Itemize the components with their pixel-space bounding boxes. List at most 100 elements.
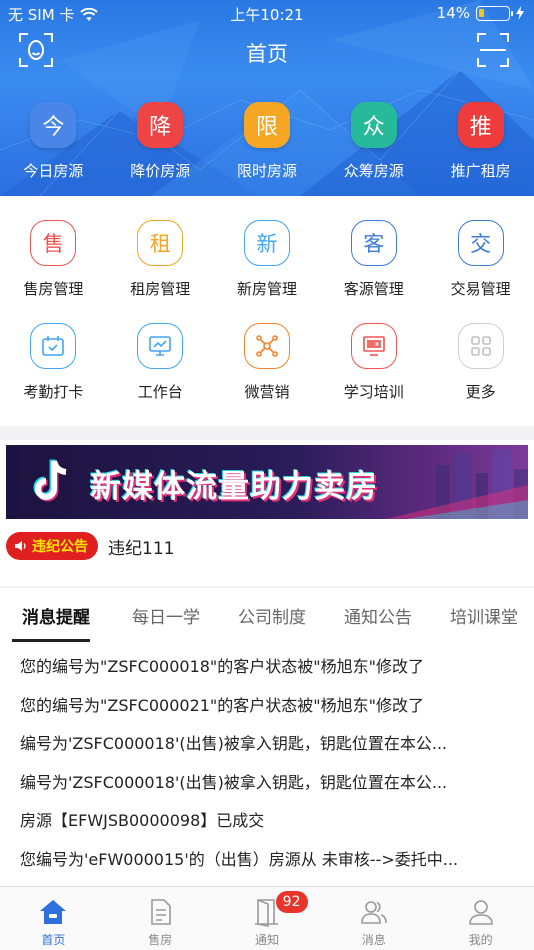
- grid-item-label: 更多: [465, 383, 496, 401]
- grid-item-label: 新房管理: [236, 280, 297, 298]
- tiktok-logo-icon: [33, 459, 67, 502]
- tabbar-label: 消息: [361, 933, 386, 947]
- quick-link-price-drop[interactable]: 降 降价房源: [107, 102, 214, 181]
- bottom-tab-bar: 首页 售房 92 通知 消息 我的: [0, 886, 534, 950]
- tab-label: 消息提醒: [22, 608, 90, 628]
- quick-link-promote[interactable]: 推 推广租房: [427, 102, 534, 181]
- grid-item-rent[interactable]: 租 租房管理: [107, 220, 214, 299]
- tabbar-label: 通知: [254, 933, 279, 947]
- promo-banner[interactable]: 新媒体流量助力卖房: [6, 445, 528, 519]
- message-item[interactable]: 编号为'ZSFC000018'(出售)被拿入钥匙，钥匙位置在本公...: [20, 764, 514, 803]
- grid-item-micro-marketing[interactable]: 微营销: [214, 323, 321, 402]
- message-tabs: 消息提醒 每日一学 公司制度 通知公告 培训课堂: [0, 588, 534, 642]
- battery-icon: [476, 5, 513, 21]
- quick-link-crowdfund[interactable]: 众 众筹房源: [320, 102, 427, 181]
- grid-item-workbench[interactable]: 工作台: [107, 323, 214, 402]
- message-item[interactable]: 编号为'ZSFC000018'(出售)被拿入钥匙，钥匙位置在本公...: [20, 725, 514, 764]
- tab-label: 每日一学: [132, 608, 200, 628]
- notice-badge: 违纪公告: [6, 532, 98, 560]
- grid-item-attendance[interactable]: 考勤打卡: [0, 323, 107, 402]
- grid-item-label: 租房管理: [130, 280, 191, 298]
- banner-headline: 新媒体流量助力卖房: [90, 469, 378, 505]
- notice-text: 违纪111: [108, 538, 175, 559]
- new-house-icon: 新: [243, 220, 290, 266]
- grid-item-label: 交易管理: [450, 280, 511, 298]
- status-bar: 无 SIM 卡 上午10:21 14%: [0, 0, 534, 28]
- promote-icon: 推: [457, 102, 504, 148]
- grid-item-new-house[interactable]: 新 新房管理: [214, 220, 321, 299]
- home-screen: 无 SIM 卡 上午10:21 14% 首页 今 今日房源 降 降价房源 限 限…: [0, 0, 534, 950]
- grid-row-tools: 考勤打卡 工作台 微营销 学习培训 更多: [0, 323, 534, 402]
- speaker-icon: [15, 541, 26, 551]
- grid-item-label: 售房管理: [23, 280, 84, 298]
- tabbar-sale[interactable]: 售房: [107, 887, 214, 950]
- quick-link-today[interactable]: 今 今日房源: [0, 102, 107, 181]
- tab-announcements[interactable]: 通知公告: [314, 588, 420, 642]
- notice-count-badge: 92: [275, 891, 308, 913]
- tab-training-class[interactable]: 培训课堂: [420, 588, 518, 642]
- network-icon: [243, 323, 290, 369]
- grid-item-label: 学习培训: [343, 383, 404, 401]
- quick-link-label: 今日房源: [23, 162, 84, 180]
- grid-item-label: 考勤打卡: [23, 383, 84, 401]
- charging-icon: [516, 6, 524, 20]
- quick-link-label: 降价房源: [130, 162, 191, 180]
- grid-row-management: 售 售房管理 租 租房管理 新 新房管理 客 客源管理 交 交易管理: [0, 220, 534, 299]
- promo-section: 新媒体流量助力卖房 违纪公告 违纪111: [0, 440, 534, 586]
- person-icon: [468, 900, 493, 925]
- header-banner: 无 SIM 卡 上午10:21 14% 首页 今 今日房源 降 降价房源 限 限…: [0, 0, 534, 196]
- quick-links: 今 今日房源 降 降价房源 限 限时房源 众 众筹房源 推 推广租房: [0, 102, 534, 181]
- grid-item-label: 客源管理: [343, 280, 404, 298]
- grid-item-training[interactable]: 学习培训: [320, 323, 427, 402]
- message-section: 消息提醒 每日一学 公司制度 通知公告 培训课堂 您的编号为"ZSFC00001…: [0, 588, 534, 886]
- presentation-icon: [350, 323, 397, 369]
- client-icon: 客: [350, 220, 397, 266]
- tabbar-notice[interactable]: 92 通知: [214, 887, 321, 950]
- tab-label: 通知公告: [344, 608, 412, 628]
- calendar-check-icon: [30, 323, 77, 369]
- rent-icon: 租: [137, 220, 184, 266]
- grid-item-label: 微营销: [244, 383, 290, 401]
- nav-bar: 首页: [0, 30, 534, 74]
- monitor-chart-icon: [137, 323, 184, 369]
- tabbar-messages[interactable]: 消息: [320, 887, 427, 950]
- trade-icon: 交: [457, 220, 504, 266]
- tab-message-reminder[interactable]: 消息提醒: [0, 588, 102, 642]
- scan-icon[interactable]: [476, 32, 510, 68]
- battery-percent: 14%: [436, 4, 470, 22]
- people-icon: [360, 901, 387, 924]
- grid-item-label: 工作台: [137, 383, 183, 401]
- quick-link-label: 限时房源: [236, 162, 297, 180]
- grid-item-client[interactable]: 客 客源管理: [320, 220, 427, 299]
- tab-company-policy[interactable]: 公司制度: [208, 588, 314, 642]
- tabbar-home[interactable]: 首页: [0, 887, 107, 950]
- tabbar-label: 售房: [148, 933, 173, 947]
- function-grid: 售 售房管理 租 租房管理 新 新房管理 客 客源管理 交 交易管理 考勤打卡 …: [0, 196, 534, 426]
- sale-icon: 售: [30, 220, 77, 266]
- notice-badge-label: 违纪公告: [32, 539, 88, 555]
- crowdfund-icon: 众: [350, 102, 397, 148]
- quick-link-label: 推广租房: [450, 162, 511, 180]
- price-drop-icon: 降: [137, 102, 184, 148]
- limited-icon: 限: [243, 102, 290, 148]
- tab-daily-study[interactable]: 每日一学: [102, 588, 208, 642]
- message-item[interactable]: 房源【EFWJSB0000098】已成交: [20, 802, 514, 841]
- today-icon: 今: [30, 102, 77, 148]
- quick-link-limited[interactable]: 限 限时房源: [214, 102, 321, 181]
- grid-item-trade[interactable]: 交 交易管理: [427, 220, 534, 299]
- tabbar-profile[interactable]: 我的: [427, 887, 534, 950]
- document-icon: [151, 899, 171, 925]
- message-item[interactable]: 您的编号为"ZSFC000018"的客户状态被"杨旭东"修改了: [20, 648, 514, 687]
- home-icon: [40, 900, 67, 924]
- message-item[interactable]: 您的编号为"ZSFC000021"的客户状态被"杨旭东"修改了: [20, 687, 514, 726]
- tabbar-label: 我的: [468, 933, 493, 947]
- grid-icon: [457, 323, 504, 369]
- quick-link-label: 众筹房源: [343, 162, 404, 180]
- page-title: 首页: [246, 42, 288, 66]
- notice-bar[interactable]: 违纪公告 违纪111: [6, 532, 174, 560]
- grid-item-sale[interactable]: 售 售房管理: [0, 220, 107, 299]
- message-item[interactable]: 您编号为'eFW000015'的（出售）房源从 未审核-->委托中...: [20, 841, 514, 880]
- grid-item-more[interactable]: 更多: [427, 323, 534, 402]
- tab-label: 公司制度: [238, 608, 306, 628]
- tab-label: 培训课堂: [450, 608, 518, 628]
